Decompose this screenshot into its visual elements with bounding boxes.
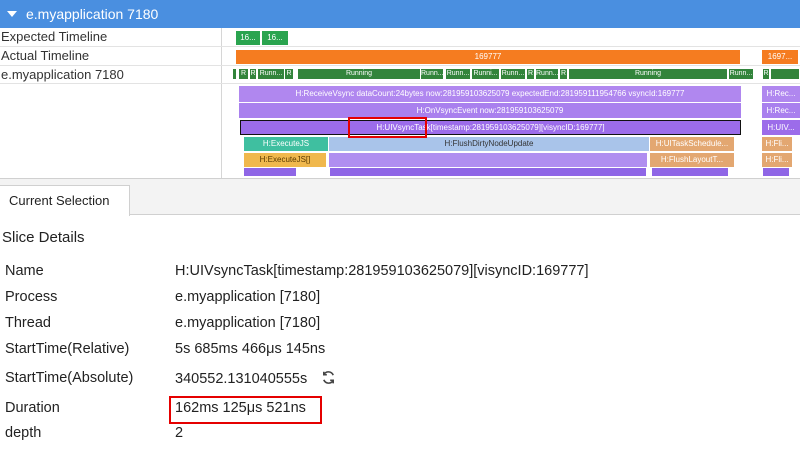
slices-label-blank — [0, 84, 222, 178]
slice-details-title: Slice Details — [2, 229, 85, 246]
detail-value: 162ms 125μs 521ns — [175, 400, 306, 416]
slice-flush-dirty-node-update[interactable]: H:FlushDirtyNodeUpdate — [329, 137, 649, 151]
detail-row-start-absolute: StartTime(Absolute) 340552.131040555s — [0, 370, 800, 394]
slice-on-vsync-next[interactable]: H:Rec... — [762, 103, 800, 118]
slice-fli-next[interactable]: H:Fli... — [762, 137, 792, 151]
slice-flush-layout[interactable]: H:FlushLayoutT... — [650, 153, 734, 167]
thread-state[interactable]: R — [239, 69, 248, 79]
slice-stripe[interactable] — [652, 168, 728, 176]
slice-fli-next-2[interactable]: H:Fli... — [762, 153, 792, 167]
detail-row-thread: Thread e.myapplication [7180] — [0, 315, 800, 339]
slice-receive-vsync-next[interactable]: H:Rec... — [762, 86, 800, 102]
thread-state[interactable]: R — [285, 69, 293, 79]
thread-state[interactable]: Runn... — [536, 69, 558, 79]
collapse-triangle-icon[interactable] — [7, 11, 17, 17]
thread-label: e.myapplication 7180 — [0, 66, 222, 83]
thread-state[interactable]: Running — [569, 69, 727, 79]
thread-state[interactable]: R — [560, 69, 567, 79]
actual-slice[interactable]: 169777 — [236, 50, 740, 64]
thread-state[interactable] — [771, 69, 799, 79]
detail-row-depth: depth 2 — [0, 425, 800, 449]
detail-row-process: Process e.myapplication [7180] — [0, 289, 800, 313]
slice-stripe[interactable] — [763, 168, 789, 176]
detail-value: 340552.131040555s — [175, 371, 308, 387]
thread-state[interactable]: Running — [298, 69, 420, 79]
process-title: e.myapplication 7180 — [26, 6, 159, 22]
expected-timeline-area[interactable]: 16... 16... — [222, 28, 800, 46]
thread-state[interactable]: Runn... — [446, 69, 470, 79]
actual-timeline-track[interactable]: Actual Timeline 169777 1697... — [0, 47, 800, 66]
expected-timeline-track[interactable]: Expected Timeline 16... 16... — [0, 28, 800, 47]
expected-slice[interactable]: 16... — [262, 31, 288, 45]
detail-key: Process — [5, 289, 58, 305]
thread-state[interactable]: Runn... — [729, 69, 753, 79]
detail-row-name: Name H:UIVsyncTask[timestamp:28195910362… — [0, 263, 800, 287]
slice-receive-vsync[interactable]: H:ReceiveVsync dataCount:24bytes now:281… — [239, 86, 741, 102]
thread-state[interactable]: Runn... — [421, 69, 443, 79]
actual-timeline-area[interactable]: 169777 1697... — [222, 47, 800, 65]
refresh-icon[interactable] — [321, 370, 336, 385]
actual-timeline-label: Actual Timeline — [0, 47, 222, 65]
thread-state[interactable]: Runni... — [472, 69, 499, 79]
thread-state[interactable]: Runn... — [501, 69, 525, 79]
detail-key: Name — [5, 263, 44, 279]
actual-slice[interactable]: 1697... — [762, 50, 798, 64]
detail-key: Thread — [5, 315, 51, 331]
slice-stripe[interactable] — [244, 168, 296, 176]
thread-state[interactable]: R — [527, 69, 534, 79]
detail-value: 5s 685ms 466μs 145ns — [175, 341, 326, 357]
detail-key: StartTime(Relative) — [5, 341, 130, 357]
details-tabbar: Current Selection — [0, 179, 800, 216]
slice-on-vsync-event[interactable]: H:OnVsyncEvent now:281959103625079 — [239, 103, 741, 118]
slice-execute-js[interactable]: H:ExecuteJS — [244, 137, 328, 151]
detail-key: depth — [5, 425, 42, 441]
detail-value-wrap: 340552.131040555s — [175, 370, 336, 387]
expected-slice[interactable]: 16... — [236, 31, 260, 45]
slice-ui-task-schedule[interactable]: H:UITaskSchedule... — [650, 137, 734, 151]
detail-value: e.myapplication [7180] — [175, 289, 321, 305]
slice-ui-vsync-next[interactable]: H:UIV... — [762, 120, 800, 135]
slices-track[interactable]: H:ReceiveVsync dataCount:24bytes now:281… — [0, 84, 800, 178]
detail-value: H:UIVsyncTask[timestamp:281959103625079]… — [175, 263, 589, 279]
detail-row-start-relative: StartTime(Relative) 5s 685ms 466μs 145ns — [0, 341, 800, 365]
detail-value: e.myapplication [7180] — [175, 315, 321, 331]
detail-key: Duration — [5, 400, 60, 416]
detail-row-duration: Duration 162ms 125μs 521ns — [0, 400, 800, 424]
detail-key: StartTime(Absolute) — [5, 370, 134, 386]
details-panel: Current Selection Slice Details Name H:U… — [0, 178, 800, 441]
thread-state-area[interactable]: R R Runn... R Running Runn... Runn... Ru… — [222, 66, 800, 83]
thread-state[interactable]: R — [763, 69, 769, 79]
slices-area[interactable]: H:ReceiveVsync dataCount:24bytes now:281… — [222, 84, 800, 178]
thread-state-track[interactable]: e.myapplication 7180 R R Runn... R Runni… — [0, 66, 800, 84]
slice-ui-vsync-task[interactable]: H:UIVsyncTask[timestamp:281959103625079]… — [240, 120, 741, 135]
thread-state[interactable]: R — [250, 69, 256, 79]
slice-depth4-group[interactable] — [329, 153, 647, 167]
slice-stripe[interactable] — [330, 168, 646, 176]
detail-value: 2 — [175, 425, 184, 441]
expected-timeline-label: Expected Timeline — [0, 28, 222, 46]
slice-execute-js-2[interactable]: H:ExecuteJS[] — [244, 153, 326, 167]
thread-state[interactable] — [233, 69, 236, 79]
tab-current-selection[interactable]: Current Selection — [0, 185, 130, 216]
process-header[interactable]: e.myapplication 7180 — [0, 0, 800, 28]
thread-state[interactable]: Runn... — [258, 69, 284, 79]
